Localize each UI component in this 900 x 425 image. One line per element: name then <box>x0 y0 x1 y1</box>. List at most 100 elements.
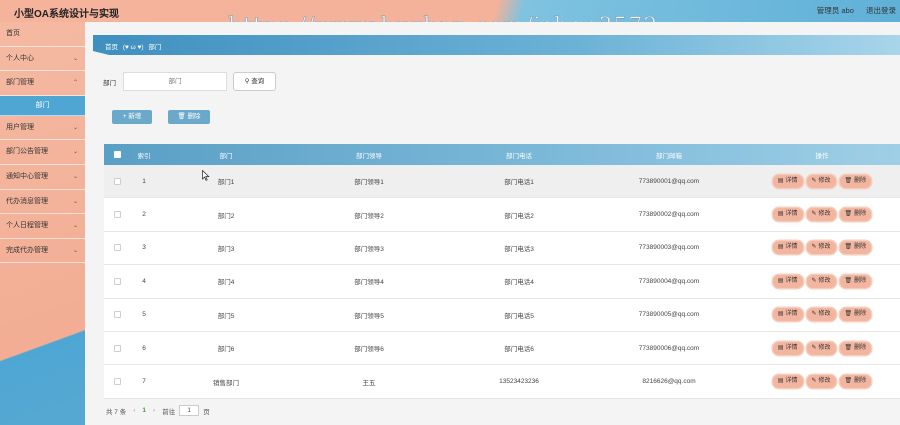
trash-icon: 🗑 <box>844 311 853 318</box>
dept-search-input[interactable] <box>123 72 227 91</box>
breadcrumb-current: 部门 <box>148 44 162 51</box>
page-number[interactable]: 1 <box>142 407 146 414</box>
row-checkbox[interactable] <box>113 344 121 352</box>
breadcrumb-home[interactable]: 首页 <box>105 44 118 51</box>
header-mail: 部门邮箱 <box>656 152 682 160</box>
cell-index: 7 <box>142 378 146 386</box>
sidebar-item-dept-management[interactable]: 部门管理 ⌃ <box>0 71 85 96</box>
sidebar-item-label: 代办消息管理 <box>6 197 48 205</box>
detail-button[interactable]: ▤ 详情 <box>772 174 803 188</box>
cell-ops: ▤ 详情 ✎ 修改 🗑 删除 <box>744 365 900 397</box>
edit-button[interactable]: ✎ 修改 <box>806 308 836 322</box>
table-row: 7 销售部门 王五 13523423236 8216626@qq.com ▤ 详情 ✎ 修改 🗑 删… <box>104 365 900 399</box>
edit-label: 修改 <box>818 277 831 284</box>
detail-icon: ▤ <box>777 378 784 385</box>
row-checkbox[interactable] <box>113 211 121 219</box>
edit-label: 修改 <box>818 177 831 184</box>
row-delete-button[interactable]: 🗑 删除 <box>839 174 872 188</box>
detail-button[interactable]: ▤ 详情 <box>772 274 803 288</box>
cell-lead: 王五 <box>362 379 376 387</box>
sidebar: 首页 个人中心 ⌄ 部门管理 ⌃ 部门 用户管理 ⌄ 部门公告管理 ⌄ 通知中心管理 ⌄ … <box>0 22 85 425</box>
sidebar-item-schedule[interactable]: 个人日程管理 ⌄ <box>0 214 85 239</box>
sidebar-item-todo-messages[interactable]: 代办消息管理 ⌄ <box>0 190 85 215</box>
table-row: 4 部门4 部门领导4 部门电话4 773890004@qq.com ▤ 详情 ✎ 修改 🗑 删除 <box>104 265 900 299</box>
cell-index: 1 <box>142 177 146 185</box>
cell-lead: 部门领导5 <box>354 312 384 320</box>
edit-label: 修改 <box>818 211 831 218</box>
edit-button[interactable]: ✎ 修改 <box>806 174 836 188</box>
delete-button[interactable]: 🗑 删除 <box>168 110 210 124</box>
sidebar-item-label: 首页 <box>6 30 20 37</box>
detail-button[interactable]: ▤ 详情 <box>772 208 803 222</box>
row-delete-button[interactable]: 🗑 删除 <box>839 308 872 322</box>
filter-dept-label: 部门 <box>103 80 116 87</box>
sidebar-item-label: 部门 <box>35 101 50 109</box>
detail-label: 详情 <box>785 277 798 284</box>
search-icon: ⚲ <box>244 78 250 85</box>
edit-button[interactable]: ✎ 修改 <box>806 375 836 389</box>
delete-label: 删除 <box>854 244 867 251</box>
detail-button[interactable]: ▤ 详情 <box>772 341 803 355</box>
sidebar-subitem-dept[interactable]: 部门 <box>0 95 85 116</box>
sidebar-item-personal-center[interactable]: 个人中心 ⌄ <box>0 47 85 72</box>
sidebar-item-user-management[interactable]: 用户管理 ⌄ <box>0 116 85 141</box>
trash-icon: 🗑 <box>844 211 853 218</box>
detail-button[interactable]: ▤ 详情 <box>772 241 803 255</box>
edit-button[interactable]: ✎ 修改 <box>806 208 836 222</box>
detail-icon: ▤ <box>777 177 784 184</box>
edit-button[interactable]: ✎ 修改 <box>806 274 836 288</box>
detail-icon: ▤ <box>777 211 784 218</box>
row-delete-button[interactable]: 🗑 删除 <box>839 341 872 355</box>
detail-button[interactable]: ▤ 详情 <box>772 308 803 322</box>
table-body: 1 部门1 部门领导1 部门电话1 773890001@qq.com ▤ 详情 ✎ 修改 🗑 删除 2… <box>104 165 900 399</box>
row-delete-button[interactable]: 🗑 删除 <box>839 274 872 288</box>
table-row: 3 部门3 部门领导3 部门电话3 773890003@qq.com ▤ 详情 ✎ 修改 🗑 删除 <box>104 231 900 266</box>
detail-icon: ▤ <box>777 344 784 351</box>
edit-icon: ✎ <box>811 311 817 318</box>
cell-tel: 部门电话5 <box>504 312 534 320</box>
row-checkbox[interactable] <box>113 244 121 252</box>
cell-index: 3 <box>142 244 146 252</box>
sidebar-item-dept-notice[interactable]: 部门公告管理 ⌄ <box>0 140 85 165</box>
detail-label: 详情 <box>785 311 798 318</box>
goto-suffix: 页 <box>203 408 210 416</box>
cell-lead: 部门领导2 <box>354 212 384 220</box>
sidebar-item-label: 完成代办管理 <box>6 246 48 254</box>
row-delete-button[interactable]: 🗑 删除 <box>839 208 872 222</box>
sidebar-item-home[interactable]: 首页 <box>0 22 85 47</box>
app-title: 小型OA系统设计与实现 <box>14 9 119 20</box>
row-delete-button[interactable]: 🗑 删除 <box>839 375 872 389</box>
chevron-down-icon: ⌄ <box>72 247 78 254</box>
query-button-label: 查询 <box>251 78 265 85</box>
row-delete-button[interactable]: 🗑 删除 <box>839 241 872 255</box>
pagination-total: 共 7 条 <box>106 408 127 416</box>
delete-button-label: 删除 <box>187 113 201 120</box>
sidebar-item-notice-center[interactable]: 通知中心管理 ⌄ <box>0 165 85 190</box>
select-all-checkbox[interactable] <box>113 151 121 158</box>
header-user-area: 管理员 abo 退出登录 <box>807 5 896 16</box>
detail-button[interactable]: ▤ 详情 <box>772 375 803 389</box>
table-row: 5 部门5 部门领导5 部门电话5 773890005@qq.com ▤ 详情 ✎ 修改 🗑 删除 <box>104 298 900 332</box>
delete-label: 删除 <box>854 311 867 318</box>
edit-button[interactable]: ✎ 修改 <box>806 241 836 255</box>
cell-dept: 部门3 <box>217 245 235 253</box>
edit-button[interactable]: ✎ 修改 <box>806 341 836 355</box>
cell-tel: 部门电话3 <box>504 245 534 253</box>
dept-table: 索引 部门 部门领导 部门电话 部门邮箱 操作 1 部门1 部门领导1 部门电话1 77… <box>104 144 900 399</box>
edit-icon: ✎ <box>811 378 817 385</box>
breadcrumb-separator: (♥ ω ♥) <box>122 44 144 51</box>
prev-page-icon[interactable]: ‹ <box>133 407 135 414</box>
row-checkbox[interactable] <box>113 311 121 319</box>
row-checkbox[interactable] <box>113 378 121 386</box>
sidebar-item-completed-todo[interactable]: 完成代办管理 ⌄ <box>0 239 85 264</box>
row-checkbox[interactable] <box>113 177 121 185</box>
edit-icon: ✎ <box>811 244 817 251</box>
trash-icon: 🗑 <box>844 277 853 284</box>
row-checkbox[interactable] <box>113 277 121 285</box>
edit-icon: ✎ <box>811 177 817 184</box>
next-page-icon[interactable]: › <box>153 407 155 414</box>
goto-page-input[interactable]: 1 <box>179 405 200 416</box>
query-button[interactable]: ⚲ 查询 <box>233 72 276 91</box>
add-button[interactable]: + 新增 <box>112 110 152 124</box>
logout-link[interactable]: 退出登录 <box>866 6 896 15</box>
